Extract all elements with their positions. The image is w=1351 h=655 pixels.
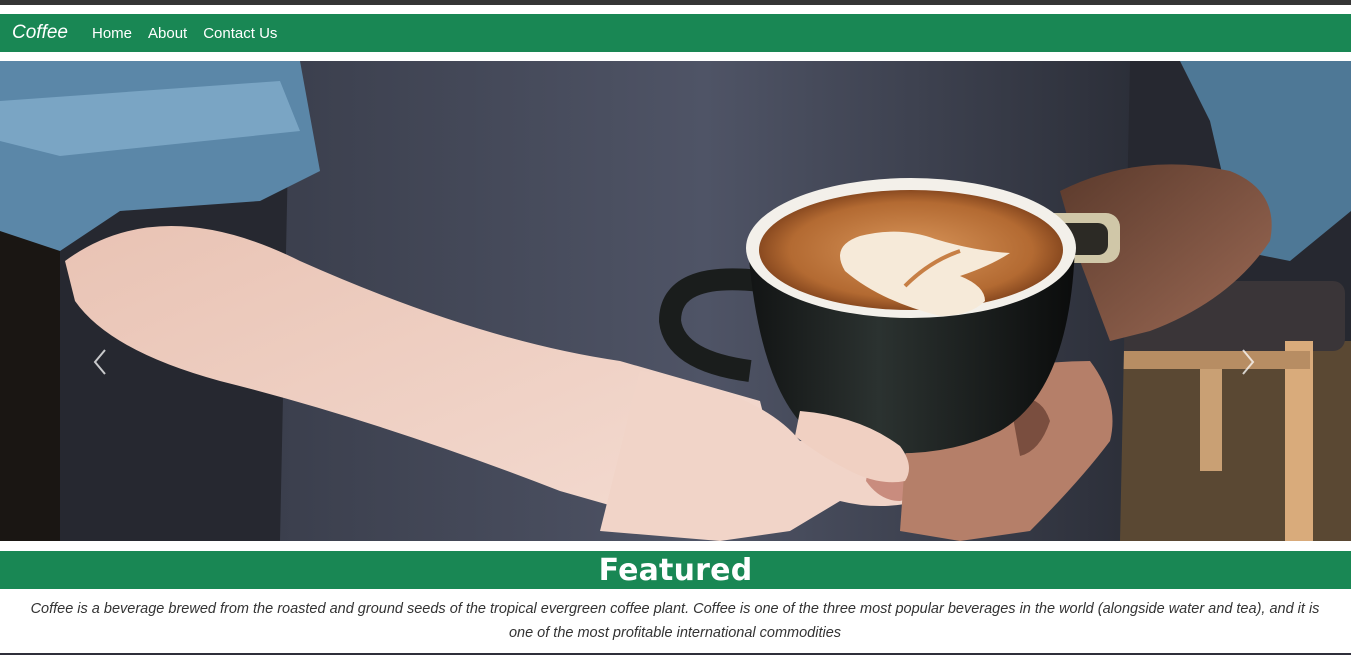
featured-header: Featured <box>0 551 1351 589</box>
carousel-prev-icon[interactable] <box>90 344 112 380</box>
carousel <box>0 61 1351 541</box>
navbar-brand[interactable]: Coffee <box>12 22 68 44</box>
nav-link-home[interactable]: Home <box>92 25 132 42</box>
top-strip <box>0 0 1351 5</box>
nav-link-contact[interactable]: Contact Us <box>203 25 277 42</box>
featured-description: Coffee is a beverage brewed from the roa… <box>30 601 1320 641</box>
nav-link-about[interactable]: About <box>148 25 187 42</box>
featured-title: Featured <box>598 552 753 588</box>
carousel-image <box>0 61 1351 541</box>
carousel-next-icon[interactable] <box>1236 344 1258 380</box>
navbar: Coffee Home About Contact Us <box>0 14 1351 52</box>
